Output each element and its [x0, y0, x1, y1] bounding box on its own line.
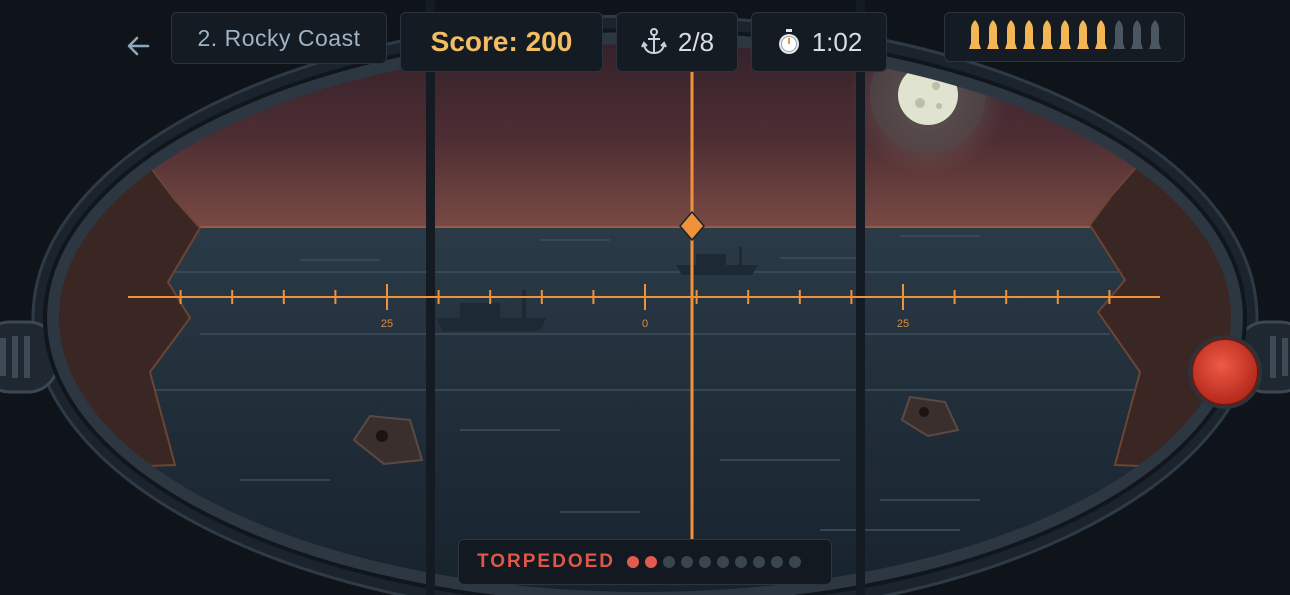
ships-counter: 2/8	[616, 12, 738, 72]
torpedo-loaded-icon	[1022, 19, 1035, 56]
empty-dot	[789, 556, 802, 568]
empty-dot	[681, 556, 694, 568]
torpedo-loaded-icon	[1058, 19, 1071, 56]
back-button[interactable]	[118, 26, 158, 66]
arrow-left-icon	[127, 36, 150, 56]
periscope-view[interactable]	[0, 0, 1290, 595]
torpedo-loaded-icon	[986, 19, 999, 56]
score-display: Score: 200	[400, 12, 603, 72]
empty-dot	[717, 556, 730, 568]
scale-label-left: 25	[380, 318, 394, 330]
empty-dot	[771, 556, 784, 568]
level-title: 2. Rocky Coast	[171, 12, 387, 64]
torpedo-loaded-icon	[1094, 19, 1107, 56]
torpedo-spent-icon	[1130, 19, 1143, 56]
scale-label-right: 25	[896, 318, 910, 330]
stopwatch-icon	[776, 28, 802, 56]
scale-label-center: 0	[641, 318, 649, 330]
torpedo-spent-icon	[1112, 19, 1125, 56]
hit-dot	[627, 556, 640, 568]
game-stage: 25 0 25 2. Rocky Coast Score: 200 2/8 1:…	[0, 0, 1290, 595]
torpedo-loaded-icon	[1076, 19, 1089, 56]
empty-dot	[699, 556, 712, 568]
timer-text: 1:02	[811, 26, 863, 57]
empty-dot	[753, 556, 766, 568]
torpedo-ammo	[944, 12, 1185, 62]
score-text: Score: 200	[430, 26, 573, 57]
status-dots	[627, 556, 807, 568]
torpedo-spent-icon	[1148, 19, 1161, 56]
timer: 1:02	[751, 12, 887, 72]
torpedo-status: TORPEDOED	[458, 539, 832, 585]
torpedo-loaded-icon	[968, 19, 981, 56]
torpedo-loaded-icon	[1040, 19, 1053, 56]
empty-dot	[735, 556, 748, 568]
empty-dot	[663, 556, 676, 568]
status-label: TORPEDOED	[477, 551, 616, 572]
hit-dot	[645, 556, 658, 568]
anchor-icon	[640, 27, 668, 57]
torpedo-loaded-icon	[1004, 19, 1017, 56]
fire-button[interactable]	[1187, 334, 1263, 410]
ships-text: 2/8	[677, 26, 715, 57]
